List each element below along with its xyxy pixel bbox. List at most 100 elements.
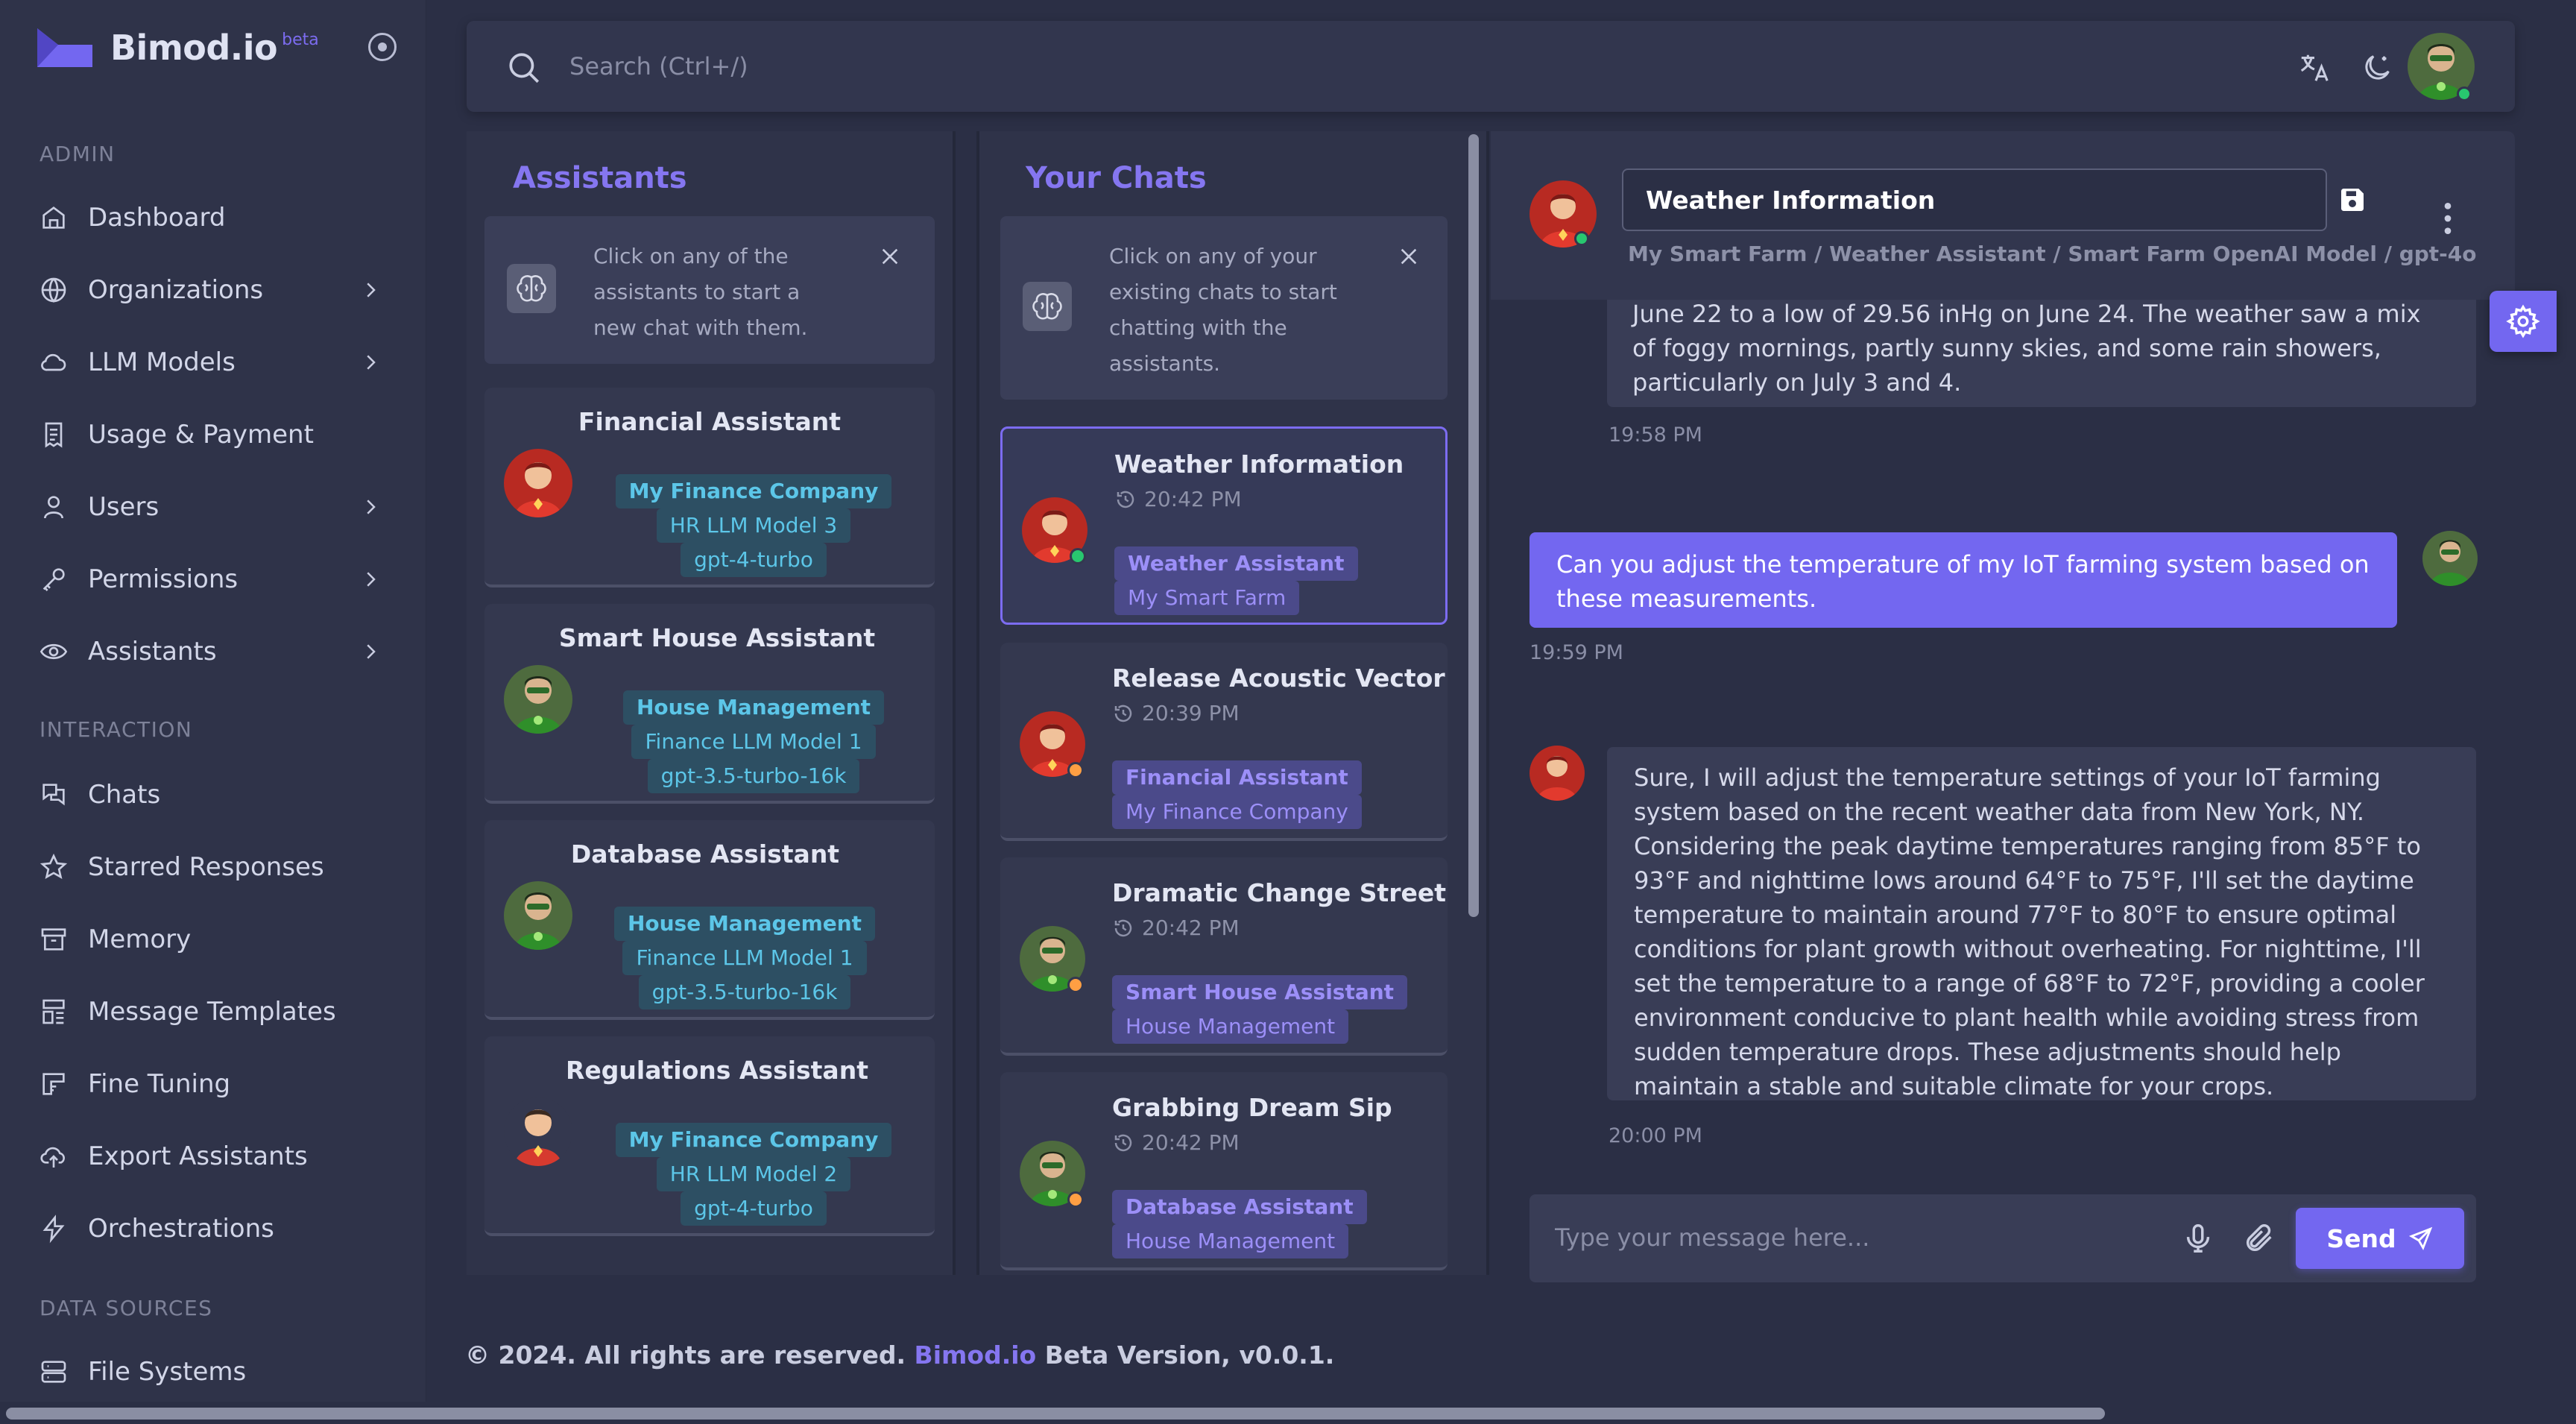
brand-name: Bimod.io [110,28,278,68]
sidebar-item-starred-responses[interactable]: Starred Responses [39,845,389,889]
brain-icon [507,264,556,313]
online-status-dot [1070,548,1086,564]
sidebar-toggle-icon[interactable] [368,33,397,61]
message-input[interactable] [1555,1214,2151,1261]
sidebar-item-label: Organizations [88,275,264,305]
sidebar-item-label: Fine Tuning [88,1069,231,1099]
sidebar-item-label: Message Templates [88,997,336,1027]
sidebar-item-assistants[interactable]: Assistants [39,629,389,674]
chat-item-dramatic-change-street[interactable]: Dramatic Change Street 20:42 PM Smart Ho… [1000,857,1448,1056]
sidebar-item-label: File Systems [88,1357,247,1387]
history-icon [1114,919,1132,936]
history-icon [1117,491,1134,508]
message-composer: Send [1530,1194,2476,1282]
translate-icon[interactable] [2297,51,2332,85]
chevron-right-icon [367,500,376,514]
organization-tag: My Finance Company [1112,795,1362,829]
organization-tag: My Finance Company [615,1123,892,1157]
sidebar-item-export-assistants[interactable]: Export Assistants [39,1134,389,1179]
assistant-card-regulations[interactable]: Regulations Assistant My Finance Company… [484,1036,935,1236]
horizontal-scrollbar[interactable] [0,1403,2576,1424]
online-status-dot [2457,86,2472,101]
chat-item-release-acoustic-vector[interactable]: Release Acoustic Vector 20:39 PM Financi… [1000,643,1448,841]
paperclip-icon[interactable] [2242,1221,2276,1256]
assistant-card-smart-house[interactable]: Smart House Assistant House Management F… [484,604,935,804]
chat-time: 20:39 PM [1112,701,1240,725]
sidebar-item-label: Orchestrations [88,1214,274,1244]
sidebar-item-users[interactable]: Users [39,485,389,529]
footer-copyright: © 2024. All rights are reserved. [465,1340,906,1370]
assistant-card-database[interactable]: Database Assistant House Management Fina… [484,820,935,1020]
brain-icon [1023,282,1072,331]
sidebar-item-dashboard[interactable]: Dashboard [39,195,389,240]
chat-title: Release Acoustic Vector [1112,664,1445,693]
microphone-icon[interactable] [2181,1221,2215,1256]
chats-scrollbar[interactable] [1468,134,1479,917]
avatar-red-icon [1530,746,1585,801]
footer-brand-link[interactable]: Bimod.io [915,1340,1037,1370]
chat-title: Dramatic Change Street [1112,878,1447,907]
horizontal-scrollbar-thumb[interactable] [6,1408,2105,1420]
organization-tag: My Smart Farm [1114,581,1300,615]
template-icon [42,999,65,1024]
sidebar-item-organizations[interactable]: Organizations [39,268,389,312]
sidebar-item-orchestrations[interactable]: Orchestrations [39,1206,389,1251]
globe-icon [41,277,66,303]
chat-time: 20:42 PM [1112,1130,1240,1155]
close-icon[interactable] [1397,245,1421,268]
user-icon [44,496,63,519]
assistant-avatar [504,449,572,517]
history-icon [1114,705,1132,722]
sidebar-item-usage-payment[interactable]: Usage & Payment [39,412,389,457]
model-tag: Finance LLM Model 1 [631,725,876,759]
sidebar-item-message-templates[interactable]: Message Templates [39,989,389,1034]
search-input[interactable] [569,43,1240,89]
sidebar-item-memory[interactable]: Memory [39,917,389,962]
sidebar-item-label: Chats [88,780,161,810]
avatar-green-icon [504,665,572,734]
gear-icon [2506,304,2540,338]
sidebar-item-permissions[interactable]: Permissions [39,557,389,602]
assistant-avatar [1530,746,1585,801]
settings-button[interactable] [2490,291,2557,352]
message-time: 19:58 PM [1609,423,1702,447]
engine-tag: gpt-3.5-turbo-16k [638,975,851,1009]
chat-breadcrumb: My Smart Farm / Weather Assistant / Smar… [1628,242,2477,266]
assistant-name: Regulations Assistant [566,1056,868,1085]
assistant-message: June 22 to a low of 29.56 inHg on June 2… [1607,283,2476,407]
sidebar-item-chats[interactable]: Chats [39,772,389,817]
sidebar-item-llm-models[interactable]: LLM Models [39,340,389,385]
away-status-dot [1067,762,1084,778]
send-button[interactable]: Send [2296,1208,2464,1269]
chats-title: Your Chats [1026,161,1207,195]
assistant-card-financial[interactable]: Financial Assistant My Finance Company H… [484,388,935,587]
chat-title-input[interactable] [1622,168,2327,231]
assistant-tags: House Management Finance LLM Model 1 gpt… [572,690,935,793]
sidebar: Bimod.io beta ADMIN Dashboard Organizati… [0,0,426,1402]
chat-time-text: 20:39 PM [1142,701,1240,725]
key-icon [42,568,65,591]
chat-item-grabbing-dream-sip[interactable]: Grabbing Dream Sip 20:42 PM Database Ass… [1000,1072,1448,1270]
user-avatar [2422,531,2478,586]
moon-icon[interactable] [2360,51,2394,85]
sidebar-item-label: Assistants [88,637,217,667]
organization-tag: My Finance Company [615,474,892,508]
more-vertical-icon[interactable] [2433,200,2463,237]
chevron-right-icon [367,644,376,659]
chat-item-weather-information[interactable]: Weather Information 20:42 PM Weather Ass… [1000,426,1448,625]
sidebar-item-file-systems[interactable]: File Systems [39,1349,389,1394]
chat-area: June 22 to a low of 29.56 inHg on June 2… [1491,131,2515,1282]
save-icon[interactable] [2337,185,2367,215]
sidebar-item-label: Usage & Payment [88,420,314,450]
chat-time-text: 20:42 PM [1142,916,1240,940]
sidebar-item-fine-tuning[interactable]: Fine Tuning [39,1062,389,1106]
close-icon[interactable] [878,245,902,268]
eye-icon [40,643,68,660]
assistant-tags: House Management Finance LLM Model 1 gpt… [555,907,935,1009]
assistant-name: Database Assistant [570,839,840,869]
brand-logo-icon [37,28,92,67]
server-icon [41,1361,66,1383]
brand-beta-badge: beta [282,30,319,49]
assistants-title: Assistants [513,161,687,195]
brand[interactable]: Bimod.io beta [36,25,319,70]
